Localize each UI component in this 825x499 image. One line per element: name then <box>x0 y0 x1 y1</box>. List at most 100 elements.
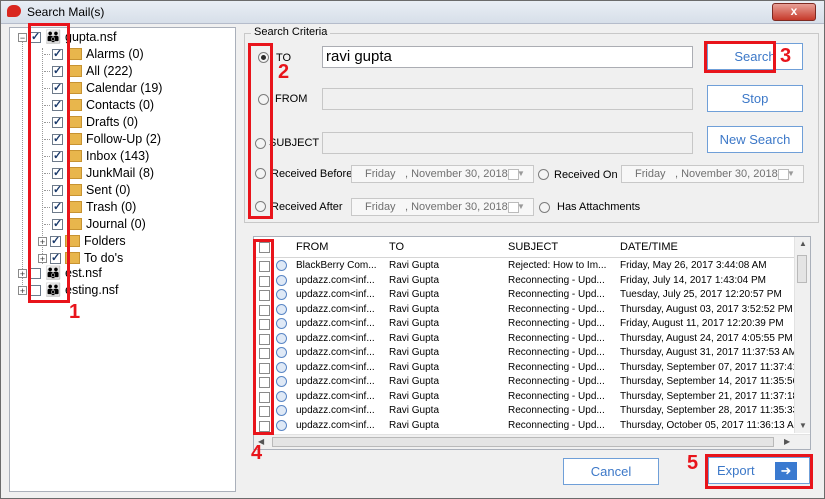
folder-label: To do's <box>84 251 124 265</box>
annotation-number: 1 <box>69 301 81 323</box>
table-cell: Ravi Gupta <box>389 419 440 431</box>
scroll-down-icon[interactable]: ▼ <box>799 421 807 430</box>
from-input[interactable] <box>322 88 693 110</box>
table-cell: Friday, July 14, 2017 1:43:04 PM <box>620 274 767 286</box>
notes-app-icon <box>7 5 21 17</box>
annotation-box <box>704 41 776 73</box>
mail-item-icon <box>276 347 287 358</box>
table-cell: Tuesday, July 25, 2017 12:20:57 PM <box>620 289 782 300</box>
column-datetime[interactable]: DATE/TIME <box>620 241 678 253</box>
table-cell: updazz.com<inf... <box>296 289 375 300</box>
other-nsf-label: est.nsf <box>65 266 102 280</box>
table-row[interactable]: updazz.com<inf... Ravi Gupta Reconnecting … <box>254 274 794 289</box>
tree-root-label: gupta.nsf <box>65 30 117 44</box>
chevron-down-icon[interactable]: ▼ <box>511 201 531 213</box>
horizontal-scrollbar[interactable]: ◀ ▶ <box>254 434 810 449</box>
table-cell: BlackBerry Com... <box>296 260 377 271</box>
table-cell: updazz.com<inf... <box>296 347 375 358</box>
folder-label: Calendar (19) <box>86 81 163 95</box>
mail-item-icon <box>276 303 287 315</box>
received-before-datepicker[interactable]: Friday , November 30, 2018 ▼ <box>351 165 534 183</box>
expand-icon[interactable]: + <box>18 268 27 278</box>
folder-label: Alarms (0) <box>86 47 144 61</box>
subject-input[interactable] <box>322 132 693 154</box>
mail-item-icon <box>276 376 287 387</box>
table-cell: Thursday, September 07, 2017 11:37:41 <box>620 361 795 373</box>
table-row[interactable]: updazz.com<inf... Ravi Gupta Reconnecting … <box>254 419 795 434</box>
annotation-box <box>705 454 813 489</box>
folder-label: Follow-Up (2) <box>86 132 162 146</box>
column-subject[interactable]: SUBJECT <box>508 241 558 253</box>
table-row[interactable]: updazz.com<inf... Ravi Gupta Reconnecting … <box>254 390 795 405</box>
table-cell: updazz.com<inf... <box>296 376 375 387</box>
collapse-icon[interactable]: − <box>18 32 27 42</box>
table-cell: Thursday, August 31, 2017 11:37:53 AM <box>620 347 795 358</box>
scroll-thumb[interactable] <box>797 255 807 283</box>
table-row[interactable]: updazz.com<inf... Ravi Gupta Reconnecting … <box>254 332 794 347</box>
table-cell: updazz.com<inf... <box>296 405 375 416</box>
table-cell: Thursday, August 03, 2017 3:52:52 PM <box>620 303 793 315</box>
table-cell: Thursday, August 24, 2017 4:05:55 PM <box>620 332 793 344</box>
scroll-up-icon[interactable]: ▲ <box>799 239 807 248</box>
received-after-datepicker[interactable]: Friday , November 30, 2018 ▼ <box>351 198 534 216</box>
table-cell: updazz.com<inf... <box>296 303 375 315</box>
table-cell: Ravi Gupta <box>389 347 440 358</box>
table-cell: Ravi Gupta <box>389 274 440 286</box>
table-row[interactable]: updazz.com<inf... Ravi Gupta Reconnecting … <box>254 375 795 390</box>
cancel-button[interactable]: Cancel <box>563 458 659 485</box>
table-cell: Ravi Gupta <box>389 376 440 387</box>
table-cell: updazz.com<inf... <box>296 361 375 373</box>
table-row[interactable]: updazz.com<inf... Ravi Gupta Reconnecting … <box>254 361 795 376</box>
chevron-down-icon[interactable]: ▼ <box>781 168 801 180</box>
scroll-right-icon[interactable]: ▶ <box>784 437 790 446</box>
stop-button[interactable]: Stop <box>707 85 803 112</box>
close-button[interactable]: x <box>772 3 816 21</box>
table-cell: Friday, August 11, 2017 12:20:39 PM <box>620 318 784 329</box>
expand-icon[interactable]: + <box>18 285 27 295</box>
table-row[interactable]: updazz.com<inf... Ravi Gupta Reconnecting … <box>254 404 795 419</box>
table-cell: Ravi Gupta <box>389 405 440 416</box>
table-cell: updazz.com<inf... <box>296 419 375 431</box>
has-attachments-checkbox[interactable] <box>539 202 550 213</box>
annotation-box <box>248 43 273 219</box>
folder-label: All (222) <box>86 64 133 78</box>
column-to[interactable]: TO <box>389 241 404 253</box>
title-bar: Search Mail(s) x <box>1 1 824 24</box>
chevron-down-icon[interactable]: ▼ <box>511 168 531 180</box>
date-value: , November 30, 2018 <box>405 168 508 180</box>
subject-label: SUBJECT <box>269 137 320 149</box>
table-row[interactable]: updazz.com<inf... Ravi Gupta Reconnecting … <box>254 346 795 361</box>
annotation-box <box>253 239 274 435</box>
table-row[interactable]: updazz.com<inf... Ravi Gupta Reconnecting … <box>254 288 794 303</box>
received-on-datepicker[interactable]: Friday , November 30, 2018 ▼ <box>621 165 804 183</box>
received-on-radio[interactable] <box>538 169 549 180</box>
scroll-thumb[interactable] <box>272 437 774 447</box>
table-cell: Thursday, October 05, 2017 11:36:13 AM <box>620 419 795 431</box>
table-row[interactable]: updazz.com<inf... Ravi Gupta Reconnecting … <box>254 303 794 318</box>
table-cell: Ravi Gupta <box>389 318 440 329</box>
table-cell: Reconnecting - Upd... <box>508 347 605 358</box>
table-row[interactable]: updazz.com<inf... Ravi Gupta Reconnecting … <box>254 317 794 332</box>
other-nsf-label: esting.nsf <box>65 283 119 297</box>
table-row[interactable]: BlackBerry Com... Ravi Gupta Rejected: How… <box>254 259 794 274</box>
table-cell: Reconnecting - Upd... <box>508 303 605 315</box>
table-cell: Thursday, September 14, 2017 11:35:56 <box>620 376 795 387</box>
table-cell: Reconnecting - Upd... <box>508 376 605 387</box>
date-value: , November 30, 2018 <box>675 168 778 180</box>
vertical-scrollbar[interactable]: ▲ ▼ <box>794 237 810 433</box>
folder-label: Journal (0) <box>86 217 146 231</box>
to-input[interactable]: ravi gupta <box>322 46 693 68</box>
annotation-box <box>28 23 70 303</box>
mail-item-icon <box>276 361 287 373</box>
folder-label: Inbox (143) <box>86 149 150 163</box>
from-label: FROM <box>275 93 308 105</box>
new-search-button[interactable]: New Search <box>707 126 803 153</box>
table-cell: Reconnecting - Upd... <box>508 361 605 373</box>
table-cell: Reconnecting - Upd... <box>508 289 605 300</box>
mail-item-icon <box>276 332 287 344</box>
mail-item-icon <box>276 390 287 402</box>
table-cell: Reconnecting - Upd... <box>508 318 605 329</box>
column-from[interactable]: FROM <box>296 241 328 253</box>
table-cell: Ravi Gupta <box>389 303 440 315</box>
table-cell: Reconnecting - Upd... <box>508 405 605 416</box>
